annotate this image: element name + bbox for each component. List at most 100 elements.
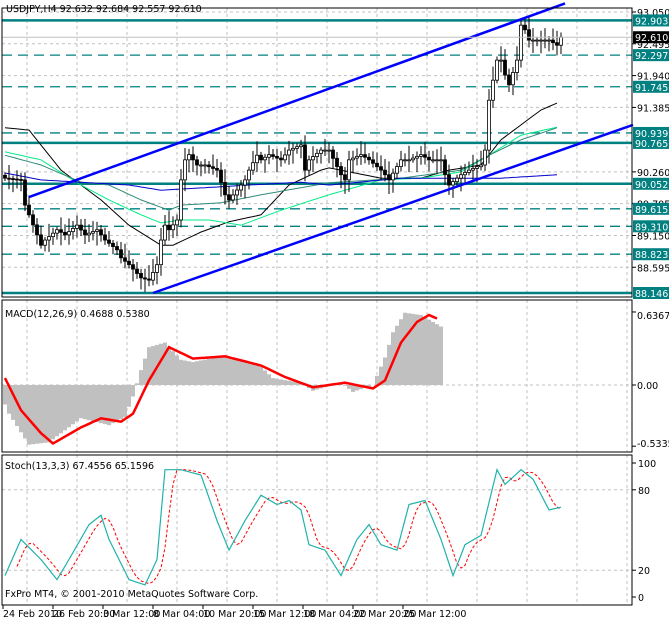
candle-bear[interactable] [259, 154, 263, 161]
candle-bear[interactable] [83, 229, 87, 236]
candle-bull[interactable] [91, 231, 95, 234]
candle-bull[interactable] [403, 159, 407, 162]
candle-bear[interactable] [207, 164, 211, 168]
candle-bear[interactable] [103, 234, 107, 241]
candle-bear[interactable] [279, 157, 283, 161]
candle-bear[interactable] [127, 260, 131, 266]
candle-bull[interactable] [255, 154, 259, 164]
candle-bull[interactable] [239, 184, 243, 191]
candle-bull[interactable] [487, 99, 491, 151]
candle-bull[interactable] [499, 59, 503, 62]
candle-bear[interactable] [59, 229, 63, 233]
candle-bull[interactable] [231, 194, 235, 201]
candle-bull[interactable] [267, 154, 271, 158]
candle-bull[interactable] [459, 174, 463, 179]
candle-bull[interactable] [495, 59, 499, 81]
candle-bull[interactable] [235, 189, 239, 196]
candle-bull[interactable] [311, 156, 315, 161]
candle-bull[interactable] [431, 159, 435, 162]
candle-bear[interactable] [371, 159, 375, 164]
candle-bear[interactable] [379, 166, 383, 171]
candle-bear[interactable] [3, 174, 7, 179]
candle-bull[interactable] [467, 169, 471, 173]
candle-bear[interactable] [111, 242, 115, 247]
candle-bear[interactable] [31, 214, 35, 226]
candle-bear[interactable] [551, 39, 555, 44]
candle-bear[interactable] [423, 154, 427, 158]
candle-bull[interactable] [315, 152, 319, 157]
candle-bull[interactable] [347, 159, 351, 181]
candle-bear[interactable] [387, 174, 391, 181]
candle-bull[interactable] [539, 39, 543, 42]
candle-bull[interactable] [287, 149, 291, 156]
candle-bear[interactable] [143, 277, 147, 280]
candle-bull[interactable] [491, 79, 495, 101]
candle-bear[interactable] [523, 24, 527, 31]
candle-bull[interactable] [535, 39, 539, 42]
mt4-chart[interactable]: 93.05092.49591.94091.38590.26089.70589.1… [0, 0, 669, 621]
candle-bear[interactable] [223, 182, 227, 196]
candle-bull[interactable] [559, 36, 563, 46]
candle-bull[interactable] [187, 154, 191, 161]
candle-bull[interactable] [47, 236, 51, 241]
candle-bull[interactable] [511, 72, 515, 86]
candle-bear[interactable] [147, 278, 151, 281]
candle-bull[interactable] [307, 159, 311, 171]
candle-bear[interactable] [375, 162, 379, 168]
candle-bear[interactable] [335, 157, 339, 167]
candle-bull[interactable] [515, 59, 519, 73]
candle-bear[interactable] [339, 166, 343, 176]
candle-bull[interactable] [67, 231, 71, 236]
candle-bull[interactable] [435, 159, 439, 162]
candle-bear[interactable] [331, 149, 335, 159]
candle-bull[interactable] [183, 159, 187, 181]
candle-bull[interactable] [399, 159, 403, 167]
candle-bull[interactable] [283, 154, 287, 161]
candle-bull[interactable] [319, 149, 323, 154]
candle-bear[interactable] [303, 144, 307, 171]
candle-bull[interactable] [327, 149, 331, 152]
candle-bull[interactable] [291, 147, 295, 151]
candle-bull[interactable] [415, 155, 419, 159]
candle-bull[interactable] [455, 177, 459, 183]
candle-bull[interactable] [179, 179, 183, 221]
candle-bear[interactable] [443, 159, 447, 176]
candle-bear[interactable] [15, 178, 19, 181]
candle-bear[interactable] [135, 268, 139, 274]
candle-bear[interactable] [427, 156, 431, 161]
candle-bull[interactable] [351, 157, 355, 161]
candle-bear[interactable] [227, 194, 231, 201]
candle-bear[interactable] [119, 249, 123, 259]
candle-bull[interactable] [295, 146, 299, 149]
candle-bull[interactable] [247, 169, 251, 181]
candle-bull[interactable] [475, 166, 479, 169]
candle-bear[interactable] [343, 174, 347, 181]
candle-bull[interactable] [407, 159, 411, 162]
candle-bear[interactable] [447, 174, 451, 186]
candle-bull[interactable] [323, 149, 327, 152]
candle-bull[interactable] [159, 239, 163, 266]
candle-bear[interactable] [7, 177, 11, 180]
candle-bull[interactable] [95, 229, 99, 232]
candle-bull[interactable] [463, 172, 467, 176]
candle-bull[interactable] [395, 166, 399, 174]
candle-bear[interactable] [27, 204, 31, 216]
candle-bull[interactable] [243, 179, 247, 186]
candle-bull[interactable] [419, 154, 423, 157]
candle-bear[interactable] [123, 257, 127, 262]
candle-bear[interactable] [139, 273, 143, 279]
candle-bull[interactable] [359, 154, 363, 157]
candle-bear[interactable] [167, 224, 171, 231]
candle-bear[interactable] [383, 169, 387, 176]
candle-bear[interactable] [275, 155, 279, 159]
candle-bull[interactable] [251, 162, 255, 171]
candle-bear[interactable] [115, 246, 119, 251]
candle-bull[interactable] [299, 144, 303, 148]
candle-bull[interactable] [171, 224, 175, 231]
candle-bear[interactable] [19, 179, 23, 181]
candle-bull[interactable] [263, 156, 267, 161]
candle-bear[interactable] [99, 229, 103, 236]
candle-bear[interactable] [555, 42, 559, 46]
candle-bear[interactable] [191, 154, 195, 161]
candle-bull[interactable] [391, 172, 395, 181]
